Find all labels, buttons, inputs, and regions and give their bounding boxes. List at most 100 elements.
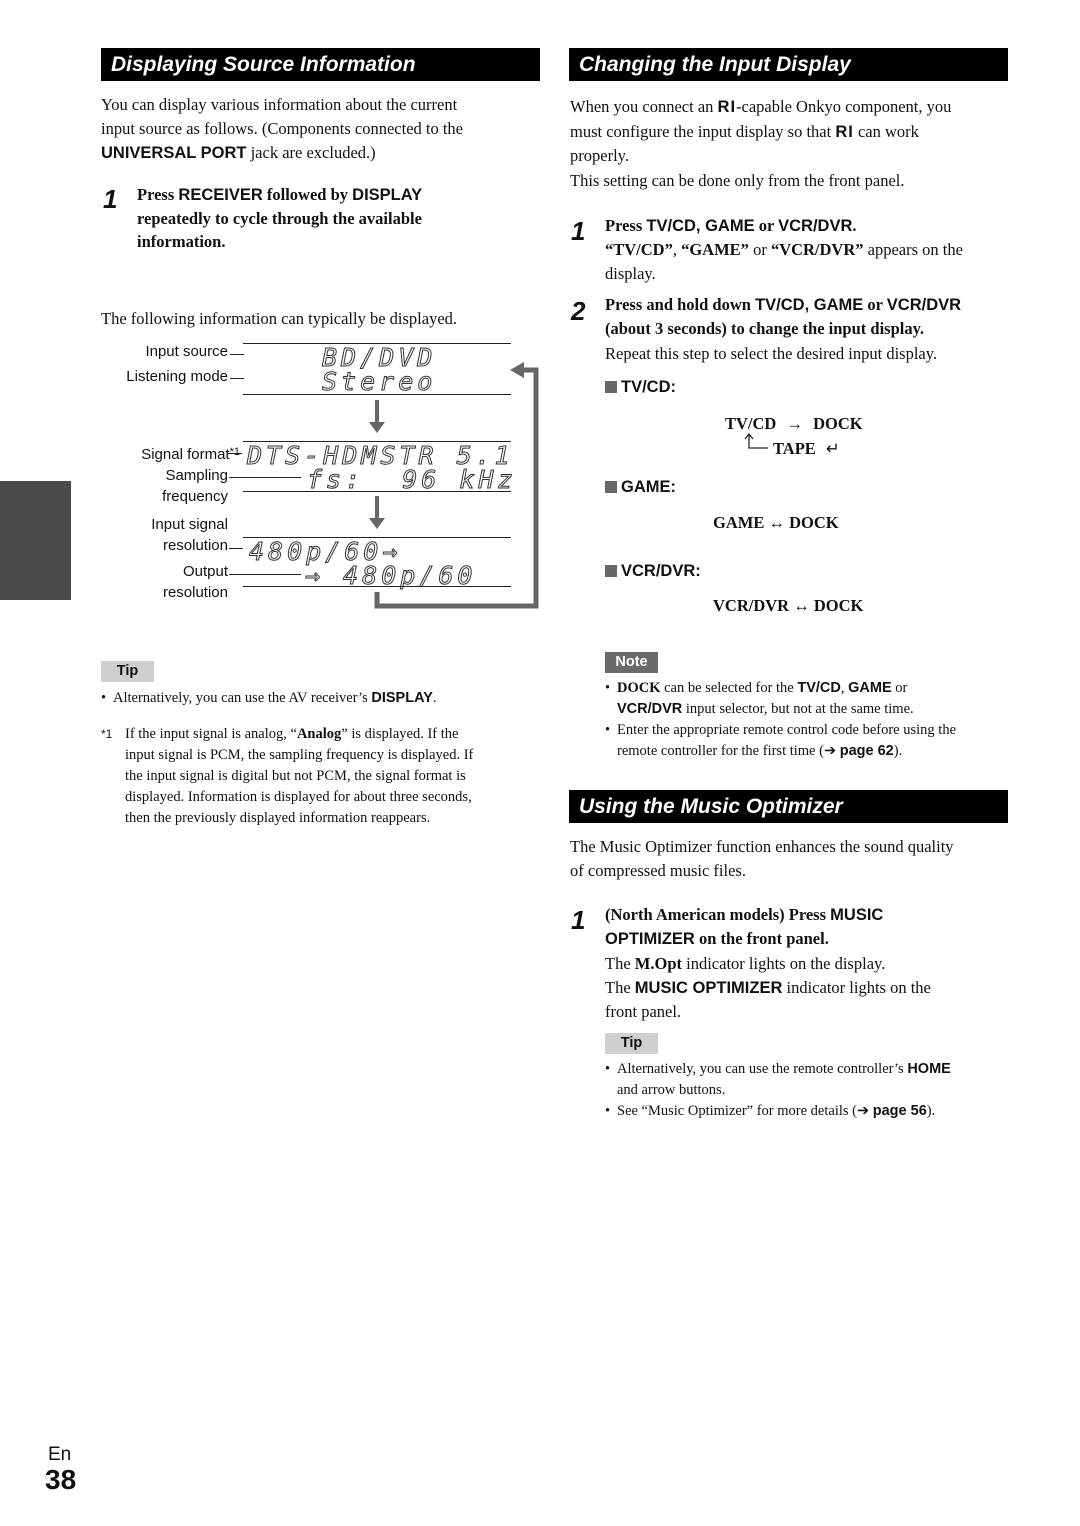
language-label: En [48, 1444, 72, 1465]
step-text: The [605, 978, 635, 997]
leader-line [229, 574, 301, 575]
step-2-instruction: Press and hold down TV/CD, GAME or VCR/D… [605, 293, 1015, 365]
footnote-line: then the previously displayed informatio… [125, 810, 431, 826]
note-text: ). [893, 743, 903, 759]
label-frequency: frequency [162, 488, 228, 505]
page-56-link[interactable]: page 56 [873, 1103, 927, 1119]
input-keys: TV/CD, GAME [755, 296, 864, 314]
bullet: • [605, 680, 611, 696]
group-heading-text: TV/CD: [621, 378, 676, 396]
intro-line: When you connect an [570, 97, 718, 116]
label-input-signal: Input signal [151, 516, 228, 533]
intro-line: You can display various information abou… [101, 95, 458, 114]
tvcd-sequence-return: TAPE ↵ [773, 438, 840, 460]
music-step-1-instruction: (North American models) Press MUSIC OPTI… [605, 903, 1020, 1024]
tip-label: Tip [605, 1033, 658, 1054]
step-text: repeatedly to cycle through the availabl… [137, 209, 422, 228]
group-heading-vcrdvr: VCR/DVR: [605, 562, 701, 581]
display-key: DISPLAY [371, 690, 433, 706]
tip-item: • Alternatively, you can use the AV rece… [101, 688, 541, 709]
step-text: Press [137, 185, 179, 204]
tip-item: • See “Music Optimizer” for more details… [605, 1101, 1020, 1122]
bullet: • [605, 1103, 611, 1119]
seq-item: TAPE [773, 439, 816, 458]
tip-label: Tip [101, 661, 154, 682]
step-text: followed by [262, 185, 353, 204]
leader-line [229, 477, 301, 478]
note-label: Note [605, 652, 658, 673]
tip-text: Alternatively, you can use the AV receiv… [113, 690, 372, 706]
tip-text: and arrow buttons. [617, 1082, 726, 1098]
ri-logo-icon: RI [835, 122, 854, 141]
tip-item: • Alternatively, you can use the remote … [605, 1059, 1020, 1101]
label-input-source: Input source [145, 343, 228, 360]
intro-line: must configure the input display so that [570, 121, 836, 141]
bullet: • [101, 690, 107, 706]
square-bullet-icon [605, 481, 617, 493]
quoted-term: “GAME” [681, 240, 749, 259]
game-sequence: GAME ↔ DOCK [713, 513, 839, 532]
seq-item: TV/CD [725, 414, 777, 433]
universal-port-term: UNIVERSAL PORT [101, 144, 247, 162]
step-text: or [863, 295, 887, 314]
loop-back-arrow-icon [370, 362, 542, 612]
leader-line [229, 548, 243, 549]
footnote-text: If the input signal is analog, “Analog” … [125, 724, 545, 829]
seq-item: DOCK [813, 414, 863, 433]
label-text: Signal format [141, 446, 230, 463]
right-intro: When you connect an RI-capable Onkyo com… [570, 95, 1010, 193]
step-text: display. [605, 264, 656, 283]
quoted-term: “VCR/DVR” [770, 240, 864, 259]
label-listening-mode: Listening mode [126, 368, 228, 385]
group-heading-game: GAME: [605, 478, 676, 497]
intro-line: input source as follows. (Components con… [101, 119, 464, 138]
leader-line [230, 354, 244, 355]
label-output: Output [182, 563, 228, 580]
footnote-line: the input signal is digital but not PCM,… [125, 768, 466, 784]
input-keys: VCR/DVR [778, 217, 853, 235]
square-bullet-icon [605, 381, 617, 393]
step-text: Press [605, 216, 647, 235]
note-text: Enter the appropriate remote control cod… [617, 722, 957, 738]
footnote-line: If the input signal is analog, “ [125, 726, 297, 742]
page-ref-arrow-icon: ➔ [823, 743, 837, 759]
step-text: on the front panel. [694, 929, 829, 948]
input-key: GAME [848, 680, 892, 696]
note-text: can be selected for the [660, 680, 798, 696]
page-62-link[interactable]: page 62 [840, 743, 894, 759]
step-text: Repeat this step to select the desired i… [605, 344, 938, 363]
step-text: or [754, 216, 779, 235]
intro-line: This setting can be done only from the f… [570, 170, 905, 190]
side-tab [0, 481, 71, 600]
receiver-key: RECEIVER [178, 186, 263, 204]
note-text: remote controller for the first time ( [617, 743, 824, 759]
mopt-indicator: M.Opt [634, 954, 682, 973]
tip-text: . [432, 690, 437, 706]
section-title-music-optimizer: Using the Music Optimizer [569, 790, 1008, 823]
music-optimizer-indicator: MUSIC OPTIMIZER [634, 979, 783, 997]
page-number: 38 [45, 1464, 77, 1495]
step-text: (North American models) Press [605, 905, 831, 924]
group-heading-text: VCR/DVR: [621, 562, 701, 580]
tip-text: ). [926, 1103, 936, 1119]
step-text: indicator lights on the [782, 978, 931, 997]
label-resolution: resolution [162, 537, 228, 554]
step-text: Press and hold down [605, 295, 756, 314]
optimizer-key: OPTIMIZER [605, 930, 695, 948]
vcrdvr-sequence: VCR/DVR ↔ DOCK [713, 596, 864, 615]
dock-term: DOCK [617, 680, 661, 696]
label-signal-format: Signal format*1 [100, 442, 240, 465]
section-title-displaying-source-info: Displaying Source Information [101, 48, 540, 81]
following-info-text: The following information can typically … [101, 309, 458, 328]
loop-arrow-icon [744, 432, 768, 456]
label-resolution: resolution [162, 584, 228, 601]
step-text: appears on the [863, 240, 963, 259]
input-key: VCR/DVR [617, 701, 683, 717]
return-arrow-icon: ↵ [825, 439, 840, 458]
step-text: indicator lights on the display. [682, 954, 886, 973]
step-text: , [672, 240, 682, 259]
label-sampling: Sampling [165, 467, 228, 484]
group-heading-text: GAME: [621, 478, 676, 496]
leader-line [230, 378, 244, 379]
note-text: input selector, but not at the same time… [682, 701, 914, 717]
